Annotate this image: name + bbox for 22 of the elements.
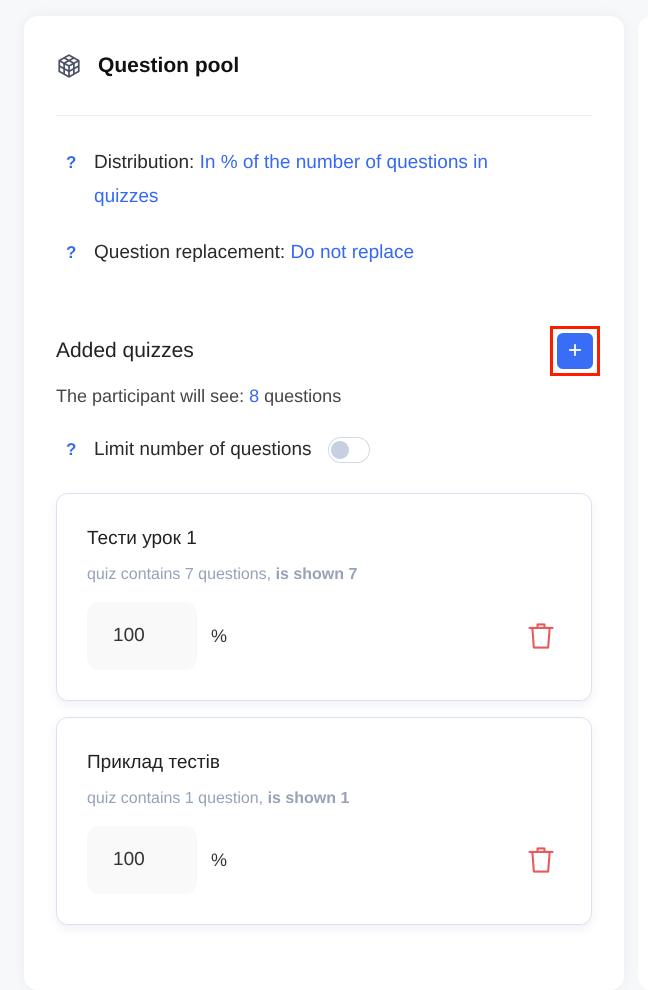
help-icon[interactable]: ?: [56, 146, 76, 214]
percent-unit: %: [211, 626, 228, 646]
quiz-info: quiz contains 1 question, is shown 1: [87, 790, 350, 808]
limit-toggle[interactable]: [328, 437, 370, 463]
trash-icon[interactable]: [527, 621, 555, 651]
section-title: Added quizzes: [56, 339, 194, 363]
percent-field[interactable]: 100: [87, 602, 197, 670]
panel-title: Question pool: [98, 54, 240, 78]
add-button[interactable]: +: [557, 333, 593, 369]
help-icon[interactable]: ?: [56, 236, 76, 270]
percent-unit: %: [211, 850, 228, 870]
setting-text: Distribution: In % of the number of questions in quizzes: [94, 151, 489, 209]
quiz-name: Приклад тестів: [87, 752, 221, 774]
setting-text: Question replacement: Do not replace: [94, 241, 414, 265]
limit-label: Limit number of questions: [94, 439, 312, 461]
cube-icon: [56, 53, 82, 79]
summary-text: The participant will see: 8 questions: [56, 386, 342, 407]
quiz-name: Тести урок 1: [87, 528, 198, 550]
quiz-info: quiz contains 7 questions, is shown 7: [87, 566, 358, 584]
percent-field[interactable]: 100: [87, 826, 197, 894]
help-icon[interactable]: ?: [56, 440, 76, 460]
trash-icon[interactable]: [527, 845, 555, 875]
